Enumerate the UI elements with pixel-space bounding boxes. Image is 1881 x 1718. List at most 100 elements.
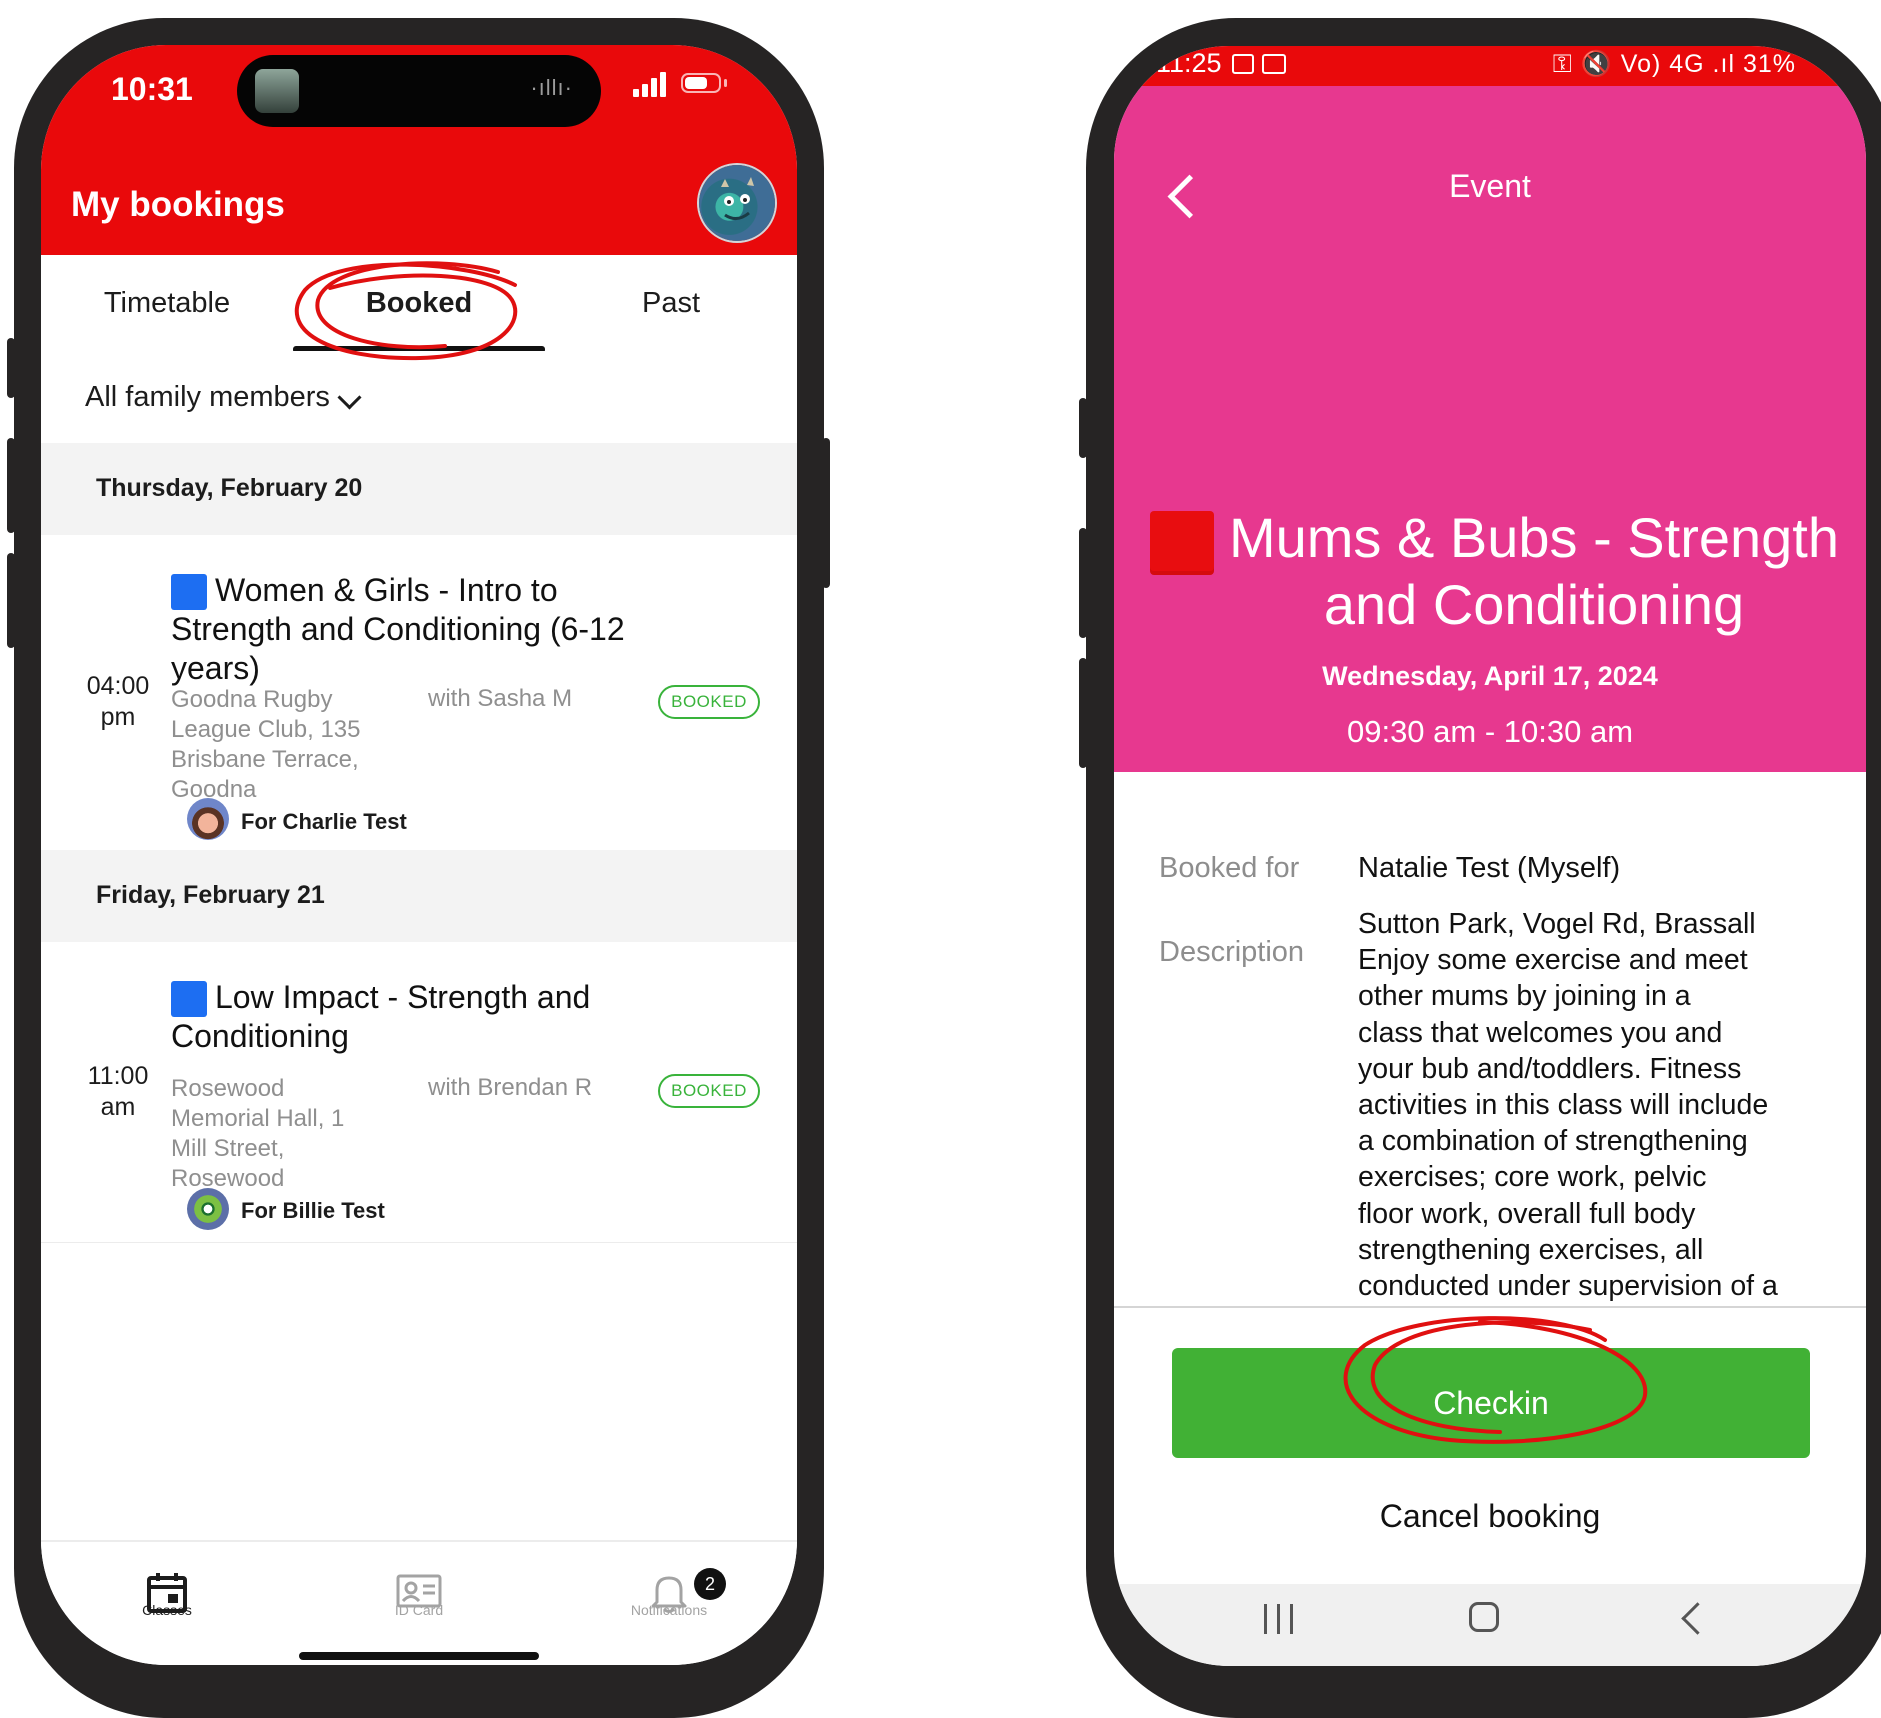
tab-timetable[interactable]: Timetable (41, 255, 293, 351)
class-location-line: Memorial Hall, 1 (171, 1105, 345, 1132)
status-badge: BOOKED (658, 1074, 760, 1108)
family-filter[interactable]: All family members (41, 351, 797, 443)
nav-classes-label: Classes (142, 1602, 192, 1618)
audio-wave-icon: ·ıllı· (530, 75, 573, 100)
booked-for-member: For Billie Test (241, 1198, 385, 1223)
right-phone-frame: 11:25 ⚿ 🔇 Vo) 4G .ıl 31% Event Mums & Bu… (1079, 18, 1881, 1718)
bottom-navigation: Classes ID Card Notifications (41, 1540, 797, 1665)
outlook-icon (1262, 54, 1286, 74)
now-playing-thumbnail (255, 69, 299, 113)
class-location-line: League Club, 135 (171, 716, 361, 743)
booked-for-label: Booked for (1159, 852, 1300, 884)
nav-notifications-label: Notifications (630, 1602, 708, 1618)
class-time: 04:00 (86, 672, 150, 700)
status-badge: BOOKED (658, 685, 760, 719)
description-label: Description (1159, 936, 1305, 968)
description-line: conducted under supervision of a (1358, 1270, 1778, 1303)
class-location-line: Goodna Rugby (171, 686, 333, 713)
day-date: Thursday, February 20 (96, 474, 363, 502)
class-title-line: Low Impact - Strength and (215, 979, 591, 1015)
booked-for-member: For Charlie Test (241, 809, 407, 834)
recent-apps-icon[interactable] (1264, 1604, 1294, 1634)
left-phone-frame: 10:31 ·ıllı· My bookings Timetable Booke… (7, 18, 830, 1718)
description-line: class that welcomes you and (1358, 1016, 1723, 1049)
app-header: 10:31 ·ıllı· My bookings (41, 45, 797, 255)
page-title: My bookings (71, 185, 285, 224)
class-time-period: am (100, 1093, 136, 1121)
dynamic-island: ·ıllı· (237, 55, 601, 127)
class-title-line: years) (171, 650, 260, 686)
android-navigation-bar (1114, 1584, 1866, 1666)
class-location-line: Brisbane Terrace, (171, 746, 359, 773)
description-line: strengthening exercises, all (1358, 1233, 1704, 1266)
event-time: 09:30 am - 10:30 am (1346, 714, 1634, 749)
class-title-line: Conditioning (171, 1018, 349, 1054)
left-phone-screen: 10:31 ·ıllı· My bookings Timetable Booke… (41, 45, 797, 1665)
tab-booked[interactable]: Booked (293, 255, 545, 351)
cellular-signal-icon (633, 71, 673, 97)
class-location-line: Mill Street, (171, 1135, 285, 1162)
description-line: floor work, overall full body (1358, 1197, 1696, 1230)
nav-id-card-label: ID Card (394, 1602, 444, 1618)
day-header: Thursday, February 20 (41, 443, 797, 535)
description-line: exercises; core work, pelvic (1358, 1161, 1707, 1194)
back-icon[interactable] (1681, 1602, 1714, 1635)
phone-volume-button (1079, 658, 1087, 768)
home-icon[interactable] (1469, 1602, 1499, 1632)
phone-volume-button (1079, 528, 1087, 638)
status-bar: 11:25 ⚿ 🔇 Vo) 4G .ıl 31% (1114, 46, 1866, 86)
description-text: Sutton Park, Vogel Rd, Brassall Enjoy so… (1358, 906, 1828, 1304)
battery-tip (724, 79, 727, 87)
phone-volume-up (7, 438, 15, 533)
description-line: your bub and/toddlers. Fitness (1358, 1052, 1742, 1085)
phone-power-button (822, 438, 830, 588)
divider (1114, 1306, 1866, 1308)
class-time: 11:00 (87, 1062, 149, 1090)
booking-card[interactable]: Low Impact - Strength and Conditioning 1… (41, 942, 797, 1243)
class-location-line: Rosewood (171, 1075, 285, 1102)
booked-for-value: Natalie Test (Myself) (1358, 852, 1621, 884)
family-filter-label: All family members (85, 381, 330, 413)
home-indicator[interactable] (299, 1652, 539, 1660)
cancel-booking-button[interactable]: Cancel booking (1114, 1498, 1866, 1535)
day-header: Friday, February 21 (41, 850, 797, 942)
right-phone-screen: 11:25 ⚿ 🔇 Vo) 4G .ıl 31% Event Mums & Bu… (1114, 46, 1866, 1666)
event-date: Wednesday, April 17, 2024 (1322, 661, 1658, 691)
description-line: a combination of strengthening (1358, 1125, 1748, 1158)
system-status-icons: ⚿ 🔇 Vo) 4G .ıl 31% (1552, 50, 1796, 78)
class-title-line: Women & Girls - Intro to (215, 572, 558, 608)
page-title: Event (1449, 168, 1531, 204)
event-title: Mums & Bubs - Strength and Conditioning (1214, 504, 1854, 638)
gallery-icon (1232, 54, 1254, 74)
notification-count-badge: 2 (694, 1568, 726, 1600)
tab-past[interactable]: Past (545, 255, 797, 351)
checkin-button[interactable]: Checkin (1172, 1348, 1810, 1458)
phone-volume-down (7, 553, 15, 648)
booking-card[interactable]: Women & Girls - Intro to Strength and Co… (41, 535, 797, 851)
class-color-marker (1150, 511, 1214, 575)
event-header: Event Mums & Bubs - Strength and Conditi… (1114, 86, 1866, 772)
class-instructor: with Brendan R (428, 1074, 593, 1101)
battery-icon (681, 73, 721, 93)
description-line: other mums by joining in a (1358, 980, 1691, 1013)
event-title-line: Mums & Bubs - Strength (1228, 506, 1839, 569)
description-line: Enjoy some exercise and meet (1358, 944, 1748, 977)
status-time: 11:25 (1156, 48, 1222, 78)
status-time: 10:31 (111, 71, 193, 107)
phone-side-button (1079, 398, 1087, 458)
class-instructor: with Sasha M (428, 685, 573, 712)
day-date: Friday, February 21 (96, 881, 325, 909)
family-member-avatar (187, 1188, 229, 1230)
class-color-marker (171, 981, 207, 1017)
description-line: Sutton Park, Vogel Rd, Brassall (1358, 908, 1756, 940)
family-member-avatar (187, 798, 229, 840)
class-color-marker (171, 574, 207, 610)
phone-silent-switch (7, 338, 15, 398)
user-avatar[interactable] (699, 165, 775, 241)
chevron-down-icon (337, 385, 362, 410)
class-title-line: Strength and Conditioning (6-12 (171, 611, 625, 647)
description-line: activities in this class will include (1358, 1089, 1769, 1122)
booking-tabs: Timetable Booked Past (41, 255, 797, 353)
class-time-period: pm (100, 703, 136, 731)
event-title-line: and Conditioning (1323, 573, 1745, 636)
